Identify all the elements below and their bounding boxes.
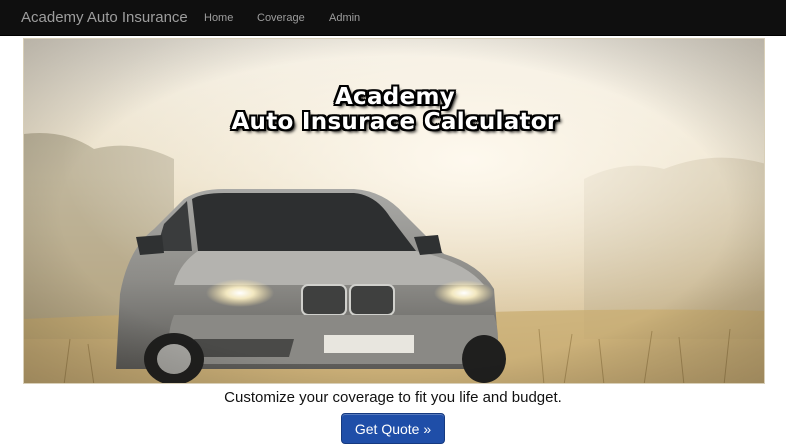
navbar: Academy Auto Insurance Home Coverage Adm… <box>0 0 786 36</box>
hero-title-line1: Academy <box>334 84 456 110</box>
nav-link-home[interactable]: Home <box>204 12 233 24</box>
get-quote-button[interactable]: Get Quote » <box>341 413 445 444</box>
tagline: Customize your coverage to fit you life … <box>224 389 562 406</box>
brand-link[interactable]: Academy Auto Insurance <box>21 9 188 26</box>
nav-link-coverage[interactable]: Coverage <box>257 12 305 24</box>
hero-banner: Academy Auto Insurace Calculator <box>23 38 765 384</box>
hero-title-line2: Auto Insurace Calculator <box>231 109 559 135</box>
nav-link-admin[interactable]: Admin <box>329 12 360 24</box>
